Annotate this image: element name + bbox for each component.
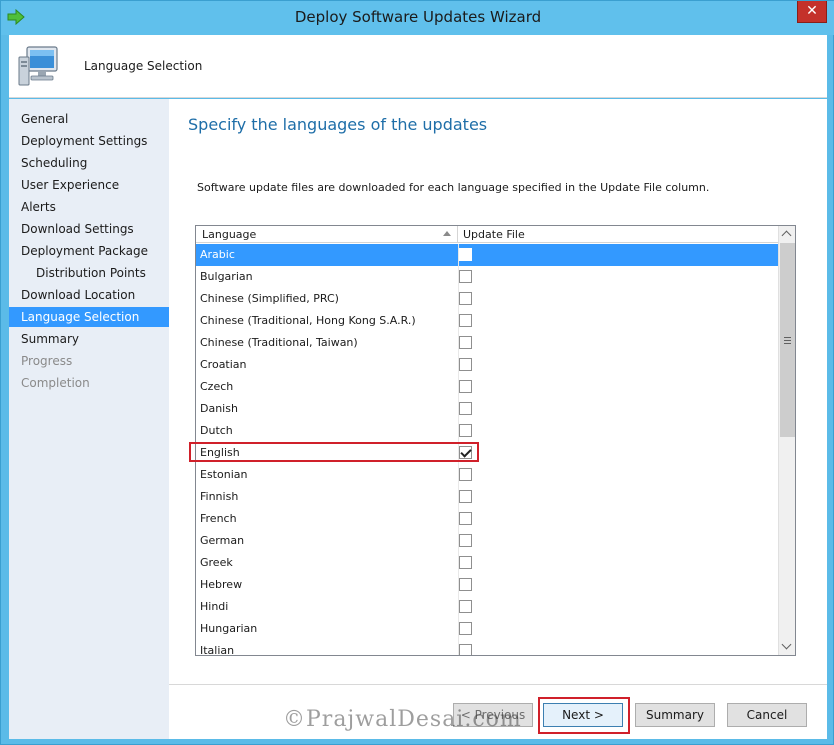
table-row[interactable]: Finnish: [196, 486, 778, 508]
update-file-checkbox[interactable]: [459, 248, 472, 261]
computer-icon: [18, 46, 58, 86]
update-file-checkbox[interactable]: [459, 512, 472, 525]
nav-item-deployment-package[interactable]: Deployment Package: [9, 241, 169, 261]
update-file-checkbox[interactable]: [459, 402, 472, 415]
language-cell: Italian: [200, 644, 235, 656]
update-file-checkbox[interactable]: [459, 622, 472, 635]
wizard-nav: General Deployment Settings Scheduling User…: [9, 99, 169, 739]
update-file-checkbox[interactable]: [459, 336, 472, 349]
language-cell: Chinese (Traditional, Taiwan): [200, 336, 358, 349]
language-cell: German: [200, 534, 245, 547]
table-row[interactable]: Croatian: [196, 354, 778, 376]
scroll-down-icon[interactable]: [779, 638, 795, 655]
table-row[interactable]: French: [196, 508, 778, 530]
nav-item-distribution-points[interactable]: Distribution Points: [9, 263, 169, 283]
update-file-checkbox[interactable]: [459, 380, 472, 393]
update-file-checkbox[interactable]: [459, 270, 472, 283]
language-cell: French: [200, 512, 237, 525]
column-header-update-file[interactable]: Update File: [459, 226, 778, 243]
close-icon: ✕: [806, 3, 818, 19]
language-cell: Greek: [200, 556, 233, 569]
column-header-language[interactable]: Language: [196, 226, 458, 243]
cancel-button[interactable]: Cancel: [727, 703, 807, 727]
scroll-up-icon[interactable]: [779, 226, 795, 243]
table-row[interactable]: Italian: [196, 640, 778, 656]
table-row[interactable]: Dutch: [196, 420, 778, 442]
table-row[interactable]: Hebrew: [196, 574, 778, 596]
update-file-checkbox[interactable]: [459, 534, 472, 547]
update-file-checkbox[interactable]: [459, 644, 472, 655]
nav-item-deployment-settings[interactable]: Deployment Settings: [9, 131, 169, 151]
table-row[interactable]: Greek: [196, 552, 778, 574]
language-cell: Danish: [200, 402, 238, 415]
update-file-checkbox[interactable]: [459, 292, 472, 305]
table-row[interactable]: Hungarian: [196, 618, 778, 640]
language-cell: Estonian: [200, 468, 248, 481]
table-row[interactable]: Arabic: [196, 244, 778, 266]
update-file-checkbox[interactable]: [459, 600, 472, 613]
language-cell: Czech: [200, 380, 234, 393]
table-row[interactable]: Czech: [196, 376, 778, 398]
table-row[interactable]: Chinese (Traditional, Hong Kong S.A.R.): [196, 310, 778, 332]
nav-item-download-location[interactable]: Download Location: [9, 285, 169, 305]
nav-item-scheduling[interactable]: Scheduling: [9, 153, 169, 173]
english-highlight-box: [189, 442, 479, 462]
update-file-checkbox[interactable]: [459, 358, 472, 371]
table-row[interactable]: Chinese (Traditional, Taiwan): [196, 332, 778, 354]
table-row[interactable]: Bulgarian: [196, 266, 778, 288]
table-row[interactable]: Danish: [196, 398, 778, 420]
language-cell: Arabic: [200, 248, 235, 261]
update-file-checkbox[interactable]: [459, 424, 472, 437]
page-title: Specify the languages of the updates: [188, 115, 488, 134]
nav-item-alerts[interactable]: Alerts: [9, 197, 169, 217]
grip-icon: [784, 337, 791, 344]
nav-item-language-selection[interactable]: Language Selection: [9, 307, 169, 327]
nav-item-progress: Progress: [21, 354, 73, 368]
nav-item-general[interactable]: General: [9, 109, 169, 129]
nav-item-summary[interactable]: Summary: [9, 329, 169, 349]
scroll-thumb[interactable]: [780, 243, 795, 437]
language-cell: Bulgarian: [200, 270, 253, 283]
language-cell: Dutch: [200, 424, 233, 437]
next-highlight-box: [538, 697, 630, 734]
table-row[interactable]: German: [196, 530, 778, 552]
language-cell: Hungarian: [200, 622, 258, 635]
update-file-checkbox[interactable]: [459, 578, 472, 591]
update-file-checkbox[interactable]: [459, 314, 472, 327]
update-file-checkbox[interactable]: [459, 468, 472, 481]
wizard-header: Language Selection: [9, 35, 827, 98]
language-cell: Finnish: [200, 490, 239, 503]
language-cell: Hebrew: [200, 578, 243, 591]
language-cell: Hindi: [200, 600, 229, 613]
title-bar[interactable]: Deploy Software Updates Wizard ✕: [1, 1, 834, 35]
language-cell: Croatian: [200, 358, 247, 371]
summary-button[interactable]: Summary: [635, 703, 715, 727]
language-cell: Chinese (Traditional, Hong Kong S.A.R.): [200, 314, 416, 327]
table-row[interactable]: Chinese (Simplified, PRC): [196, 288, 778, 310]
wizard-window: Deploy Software Updates Wizard ✕ Languag…: [0, 0, 834, 745]
nav-item-completion: Completion: [21, 376, 90, 390]
update-file-checkbox[interactable]: [459, 490, 472, 503]
window-title: Deploy Software Updates Wizard: [294, 8, 542, 26]
table-row[interactable]: Estonian: [196, 464, 778, 486]
language-cell: Chinese (Simplified, PRC): [200, 292, 339, 305]
vertical-scrollbar[interactable]: [778, 226, 795, 655]
language-grid: Language Update File Arabic Bulgarian Chin…: [195, 225, 796, 656]
footer-divider: [169, 684, 827, 685]
update-file-checkbox[interactable]: [459, 556, 472, 569]
grid-header: Language Update File: [196, 226, 778, 243]
nav-item-user-experience[interactable]: User Experience: [9, 175, 169, 195]
main-panel: Specify the languages of the updates Sof…: [169, 99, 827, 739]
nav-item-download-settings[interactable]: Download Settings: [9, 219, 169, 239]
header-step-label: Language Selection: [84, 59, 203, 73]
table-row[interactable]: Hindi: [196, 596, 778, 618]
page-description: Software update files are downloaded for…: [197, 181, 710, 194]
watermark: ©PrajwalDesai.com: [283, 707, 522, 732]
close-button[interactable]: ✕: [797, 1, 827, 23]
sort-ascending-icon: [443, 231, 451, 236]
